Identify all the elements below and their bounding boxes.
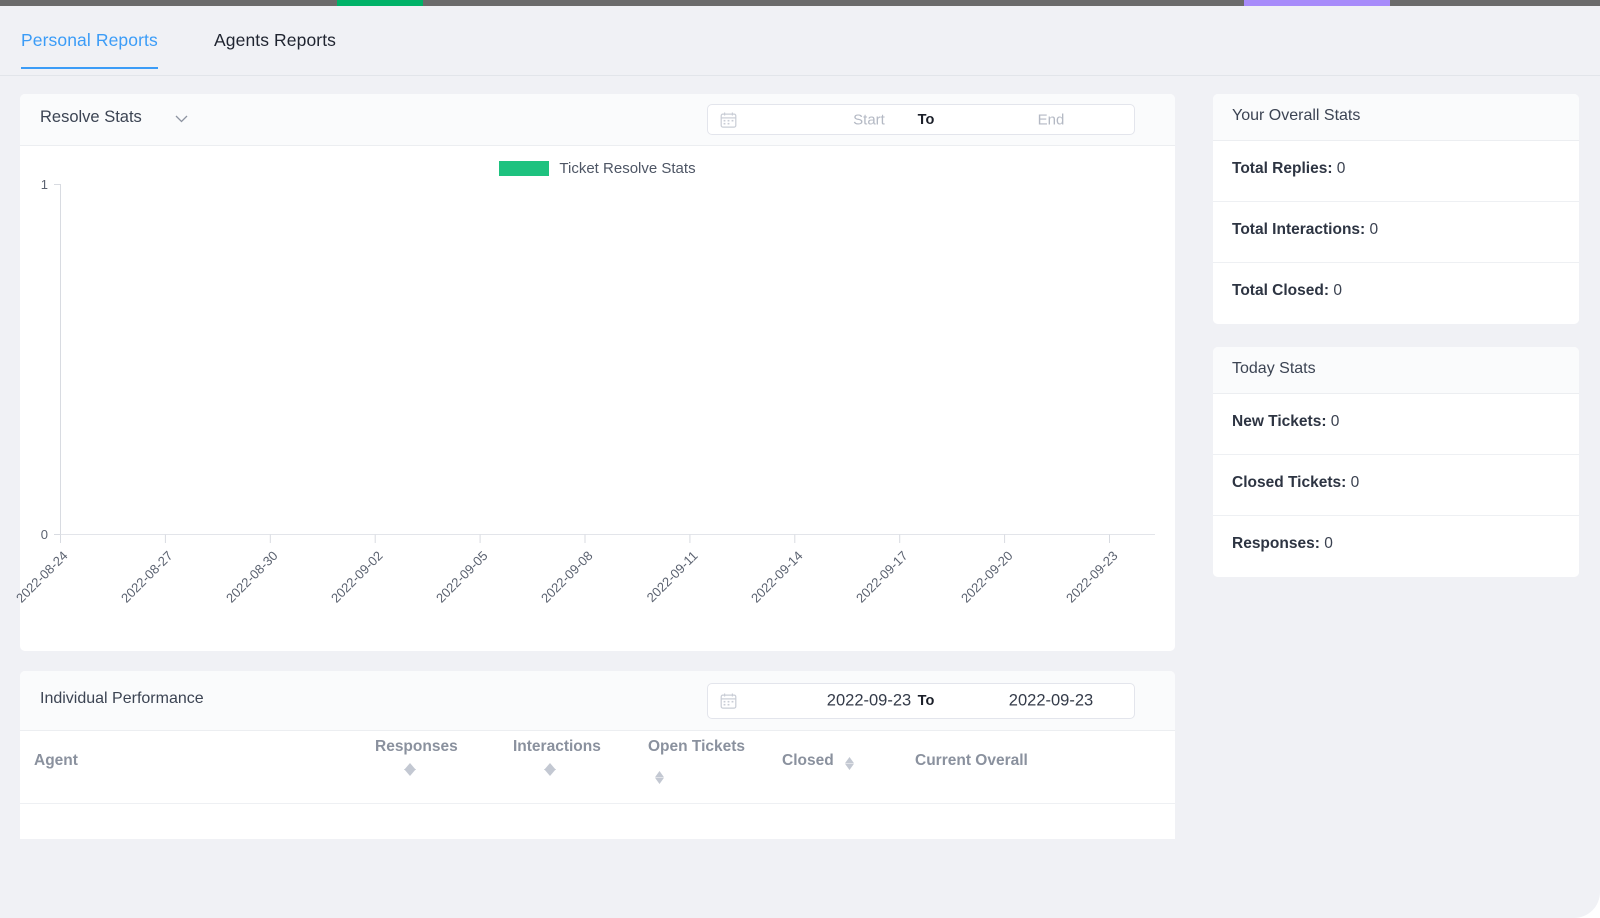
column-header-responses[interactable]: Responses	[375, 733, 458, 776]
column-header-closed-label: Closed	[782, 752, 834, 769]
resolve-stats-chart: Ticket Resolve Stats 1 0 2022-08-24 2022…	[13, 146, 1175, 651]
tab-agents-reports[interactable]: Agents Reports	[214, 30, 336, 67]
column-header-responses-label: Responses	[375, 738, 458, 755]
column-header-agent: Agent	[34, 747, 78, 775]
chevron-down-icon[interactable]	[175, 115, 188, 123]
individual-performance-header: Individual Performance 2022-09-23 To 202…	[20, 671, 1175, 731]
perf-date-range-separator: To	[917, 693, 935, 709]
column-header-agent-label: Agent	[34, 752, 78, 769]
column-header-current-overall-label: Current Overall	[915, 752, 1028, 769]
stat-value-total-closed: 0	[1333, 282, 1342, 299]
end-date-input[interactable]: End	[976, 111, 1126, 128]
y-tick-label: 0	[40, 527, 48, 542]
resolve-stats-title[interactable]: Resolve Stats	[40, 108, 142, 127]
stat-label-new-tickets: New Tickets:	[1232, 413, 1327, 430]
overall-stats-header: Your Overall Stats	[1213, 94, 1579, 141]
stat-value-responses: 0	[1324, 535, 1333, 552]
stat-value-total-interactions: 0	[1369, 221, 1379, 238]
tab-personal-reports-label: Personal Reports	[21, 30, 158, 50]
stat-label-closed-tickets: Closed Tickets:	[1232, 474, 1347, 491]
stat-row-total-closed: Total Closed: 0	[1213, 263, 1579, 324]
today-stats-header: Today Stats	[1213, 347, 1579, 394]
tab-agents-reports-label: Agents Reports	[214, 30, 337, 50]
today-stats-heading: Today Stats	[1232, 360, 1316, 377]
today-stats-card: Today Stats New Tickets: 0 Closed Ticket…	[1213, 347, 1579, 577]
stat-value-total-replies: 0	[1336, 160, 1346, 177]
reports-tabbar: Personal Reports Agents Reports	[0, 22, 1600, 76]
date-range-separator: To	[917, 111, 935, 128]
stat-row-closed-tickets: Closed Tickets: 0	[1213, 455, 1579, 516]
table-body-empty	[20, 804, 1175, 839]
stat-row-total-replies: Total Replies: 0	[1213, 141, 1579, 202]
calendar-icon	[720, 111, 737, 128]
stat-label-total-closed: Total Closed:	[1232, 282, 1330, 299]
resolve-stats-header: Resolve Stats Start To End	[20, 94, 1175, 146]
individual-performance-date-range[interactable]: 2022-09-23 To 2022-09-23	[707, 683, 1135, 719]
column-header-open-tickets-label: Open Tickets	[648, 738, 746, 755]
top-progress-strip	[0, 0, 1600, 6]
stat-row-total-interactions: Total Interactions: 0	[1213, 202, 1579, 263]
overall-stats-heading: Your Overall Stats	[1232, 107, 1361, 124]
sort-icon[interactable]	[844, 753, 855, 770]
sort-icon[interactable]	[654, 767, 665, 784]
column-header-interactions[interactable]: Interactions	[513, 733, 601, 776]
stat-row-responses: Responses: 0	[1213, 516, 1579, 577]
sort-icon[interactable]	[375, 759, 416, 776]
column-header-closed[interactable]: Closed	[782, 747, 855, 775]
y-tick-label: 1	[40, 177, 48, 192]
stat-value-new-tickets: 0	[1330, 413, 1340, 430]
column-header-interactions-label: Interactions	[513, 738, 601, 755]
reports-page: Personal Reports Agents Reports Resolve …	[0, 0, 1600, 918]
perf-end-date-input[interactable]: 2022-09-23	[976, 692, 1126, 711]
stat-row-new-tickets: New Tickets: 0	[1213, 394, 1579, 455]
stat-value-closed-tickets: 0	[1350, 474, 1360, 491]
progress-segment-purple	[1244, 0, 1390, 6]
column-header-open-tickets[interactable]: Open Tickets	[648, 733, 766, 789]
tab-personal-reports[interactable]: Personal Reports	[21, 30, 158, 69]
resolve-stats-card: Resolve Stats Start To End Ticket Resolv…	[13, 94, 1175, 651]
stat-label-responses: Responses:	[1232, 535, 1320, 552]
individual-performance-table: Agent Responses Interactions Open Ticket…	[20, 731, 1175, 839]
sort-icon[interactable]	[513, 759, 556, 776]
chart-axes	[54, 184, 1155, 543]
stat-label-total-interactions: Total Interactions:	[1232, 221, 1366, 238]
individual-performance-card: Individual Performance 2022-09-23 To 202…	[20, 671, 1175, 839]
calendar-icon	[720, 693, 737, 710]
resolve-stats-date-range[interactable]: Start To End	[707, 104, 1135, 135]
overall-stats-card: Your Overall Stats Total Replies: 0 Tota…	[1213, 94, 1579, 324]
progress-segment-green	[337, 0, 423, 6]
stat-label-total-replies: Total Replies:	[1232, 160, 1333, 177]
individual-performance-title: Individual Performance	[40, 690, 204, 707]
column-header-current-overall: Current Overall	[915, 747, 1028, 775]
